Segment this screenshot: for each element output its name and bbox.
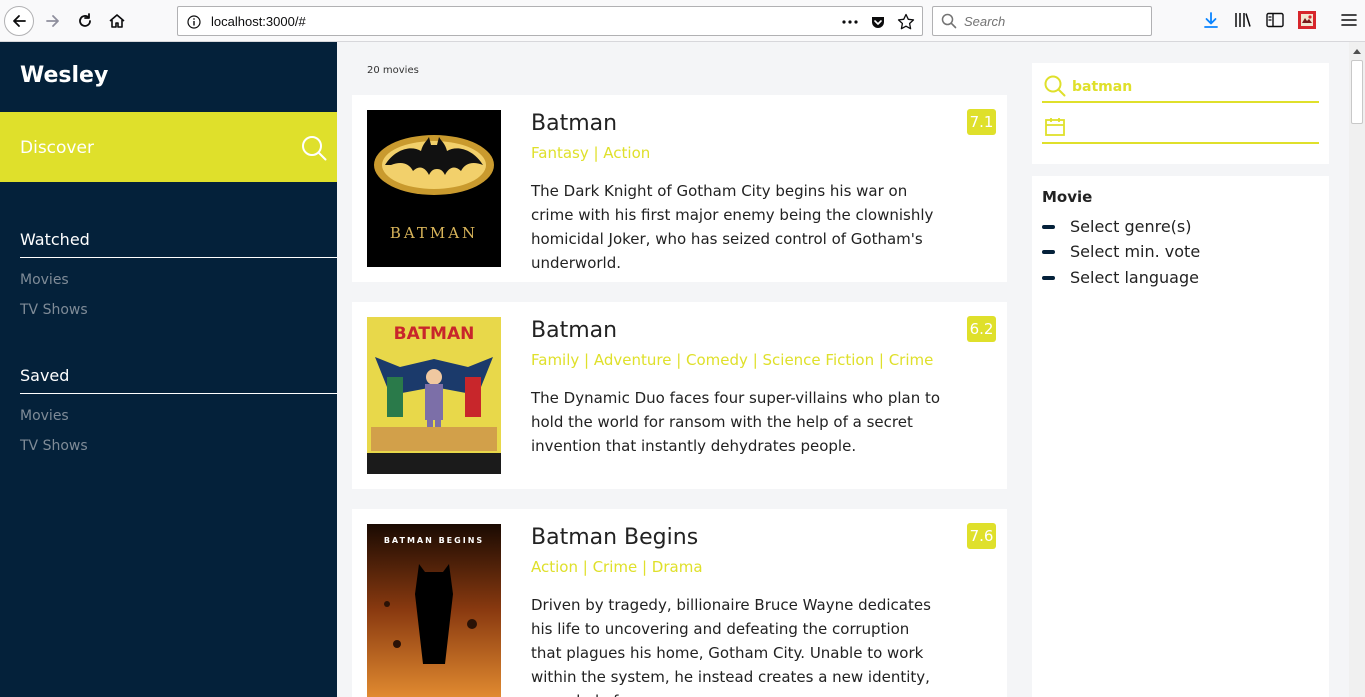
search-query: batman — [1072, 79, 1133, 95]
brand-logo[interactable]: Wesley — [20, 63, 108, 88]
sidebar-item-discover[interactable]: Discover — [0, 112, 337, 182]
reload-icon[interactable] — [70, 6, 100, 36]
scrollbar[interactable] — [1349, 42, 1365, 697]
discover-label: Discover — [20, 138, 94, 158]
search-icon — [1044, 75, 1066, 101]
section-title-saved: Saved — [20, 366, 70, 385]
filter-panel: Movie Select genre(s) Select min. vote S… — [1032, 176, 1329, 697]
movie-overview: The Dark Knight of Gotham City begins hi… — [531, 182, 934, 272]
movie-overview: The Dynamic Duo faces four super-villain… — [531, 389, 941, 455]
bookmark-star-icon[interactable] — [896, 12, 916, 32]
menu-icon[interactable] — [1339, 10, 1359, 30]
movie-genres: Fantasy | Action — [531, 144, 651, 162]
search-input[interactable]: batman — [1042, 69, 1319, 103]
poster-text: BATMAN BEGINS — [384, 536, 484, 545]
scroll-thumb[interactable] — [1351, 60, 1363, 124]
movie-title[interactable]: Batman — [531, 318, 617, 343]
home-icon[interactable] — [102, 6, 132, 36]
library-icon[interactable] — [1233, 10, 1253, 30]
filter-label: Select language — [1070, 268, 1199, 287]
poster-text: BATMAN — [390, 224, 478, 242]
poster-text: BATMAN — [394, 324, 475, 344]
vote-badge: 7.1 — [967, 109, 996, 135]
back-arrow-icon[interactable] — [4, 6, 34, 36]
date-input[interactable] — [1042, 110, 1319, 144]
dash-icon — [1042, 249, 1055, 254]
movie-title[interactable]: Batman Begins — [531, 525, 698, 550]
pocket-icon[interactable] — [868, 12, 888, 32]
movie-genres: Family | Adventure | Comedy | Science Fi… — [531, 351, 934, 369]
browser-search-placeholder: Search — [964, 14, 1006, 29]
filter-language[interactable]: Select language — [1042, 268, 1199, 287]
movie-count: 20 movies — [367, 65, 419, 76]
filter-label: Select min. vote — [1070, 242, 1201, 261]
movie-card[interactable]: BATMAN Batman Family | Adventure | Comed… — [352, 302, 1007, 489]
sidebar-item-watched-movies[interactable]: Movies — [20, 272, 69, 288]
filter-min-vote[interactable]: Select min. vote — [1042, 242, 1200, 261]
sidebar-item-saved-movies[interactable]: Movies — [20, 408, 69, 424]
download-icon[interactable] — [1201, 10, 1221, 30]
search-icon[interactable] — [301, 135, 327, 165]
calendar-icon — [1044, 116, 1066, 142]
info-icon[interactable] — [187, 14, 201, 33]
dash-icon — [1042, 224, 1055, 229]
movie-poster[interactable]: BATMAN BEGINS — [367, 524, 501, 697]
movie-genres: Action | Crime | Drama — [531, 558, 703, 576]
movie-poster[interactable]: BATMAN — [367, 110, 501, 267]
divider — [20, 393, 337, 394]
movie-card[interactable]: BATMAN Batman Fantasy | Action The Dark … — [352, 95, 1007, 282]
section-title-watched: Watched — [20, 230, 90, 249]
browser-toolbar: localhost:3000/# Search — [0, 0, 1365, 42]
search-panel: batman — [1032, 63, 1329, 164]
url-text: localhost:3000/# — [211, 14, 306, 29]
vote-badge: 6.2 — [967, 316, 996, 342]
sidebar-icon[interactable] — [1265, 10, 1285, 30]
sidebar-item-saved-tv-shows[interactable]: TV Shows — [20, 438, 88, 454]
sidebar-item-watched-tv-shows[interactable]: TV Shows — [20, 302, 88, 318]
search-icon — [941, 13, 957, 33]
scroll-up-arrow-icon[interactable] — [1349, 42, 1365, 59]
more-dots-icon[interactable] — [840, 12, 860, 32]
browser-search-bar[interactable]: Search — [932, 6, 1152, 36]
url-bar[interactable]: localhost:3000/# — [177, 6, 923, 36]
filter-title: Movie — [1042, 188, 1093, 206]
filter-label: Select genre(s) — [1070, 217, 1192, 236]
dash-icon — [1042, 275, 1055, 280]
movie-overview: Driven by tragedy, billionaire Bruce Way… — [531, 596, 931, 697]
movie-card[interactable]: BATMAN BEGINS Batman Begins Action | Cri… — [352, 509, 1007, 697]
vote-badge: 7.6 — [967, 523, 996, 549]
movie-poster[interactable]: BATMAN — [367, 317, 501, 474]
extension-icon[interactable] — [1297, 10, 1317, 30]
forward-arrow-icon[interactable] — [38, 6, 68, 36]
sidebar: Wesley Discover Watched Movies TV Shows … — [0, 42, 337, 697]
divider — [20, 257, 337, 258]
movie-title[interactable]: Batman — [531, 111, 617, 136]
filter-genre[interactable]: Select genre(s) — [1042, 217, 1191, 236]
